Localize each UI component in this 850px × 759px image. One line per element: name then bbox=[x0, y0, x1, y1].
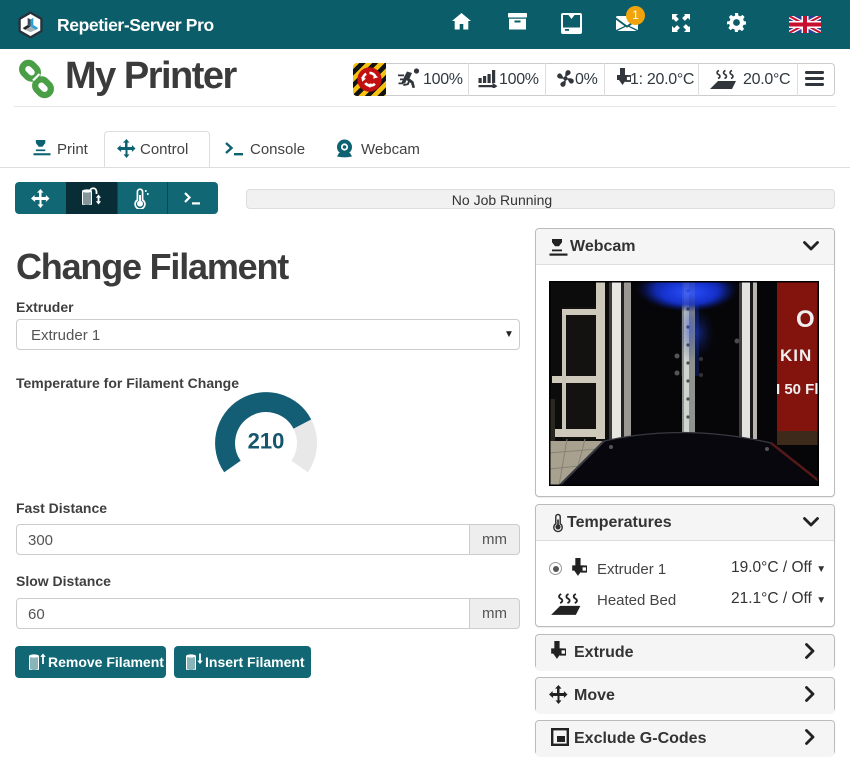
svg-text:210: 210 bbox=[248, 429, 285, 454]
svg-text:O: O bbox=[796, 306, 815, 333]
svg-text:I 50 Fl: I 50 Fl bbox=[776, 381, 819, 398]
svg-text:KIN: KIN bbox=[780, 346, 812, 365]
